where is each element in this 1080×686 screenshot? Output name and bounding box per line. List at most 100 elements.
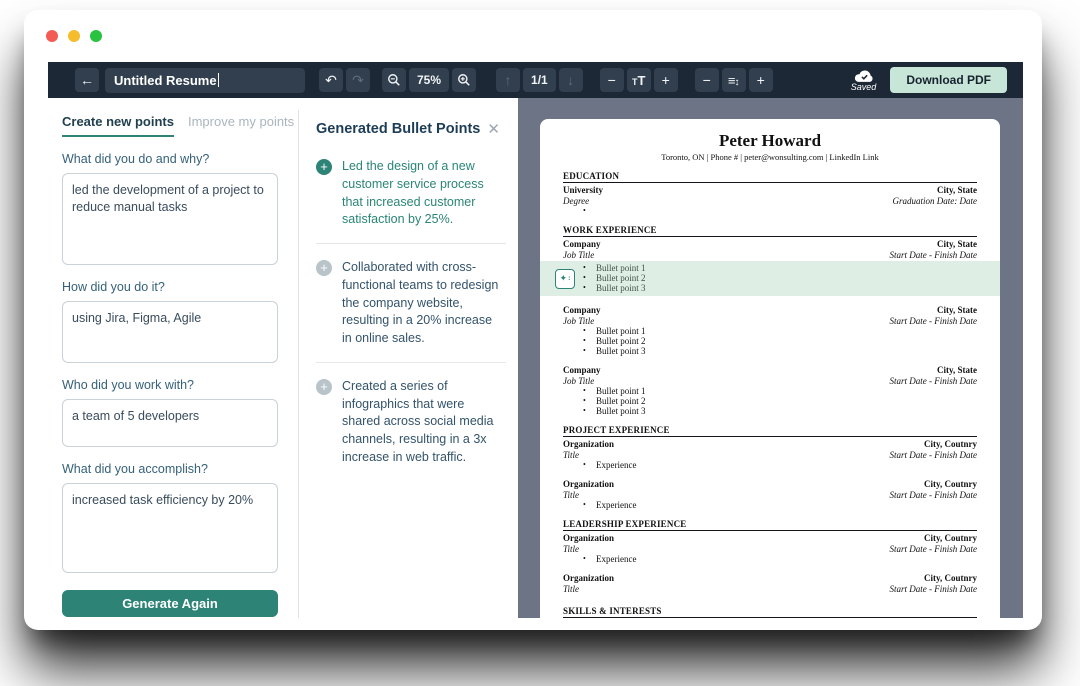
minimize-window-icon[interactable] <box>68 30 80 42</box>
title-input[interactable]: Untitled Resume <box>105 68 305 93</box>
magnifier-minus-icon <box>387 73 401 87</box>
resume-page: Peter Howard Toronto, ON | Phone # | pet… <box>540 119 1000 618</box>
tab-improve-my-points[interactable]: Improve my points <box>188 114 294 137</box>
add-bullet-button[interactable]: + <box>316 159 332 175</box>
role-title: Title <box>563 544 579 555</box>
font-size-decrease-button[interactable]: − <box>600 68 624 92</box>
next-page-button[interactable]: ↓ <box>559 68 583 92</box>
dates: Start Date - Finish Date <box>890 250 978 261</box>
redo-icon: ↷ <box>352 72 364 89</box>
org-location: City, Coutnry <box>924 479 977 490</box>
org-name: Company <box>563 239 601 250</box>
org-name: Organization <box>563 439 614 450</box>
section-header-leadership: LEADERSHIP EXPERIENCE <box>563 519 977 531</box>
page-indicator: 1/1 <box>523 68 556 92</box>
plus-icon: + <box>757 72 765 88</box>
org-name: Company <box>563 365 601 376</box>
redo-button[interactable]: ↷ <box>346 68 370 92</box>
dates: Start Date - Finish Date <box>890 450 978 461</box>
work-entry: CompanyCity, State Job TitleStart Date -… <box>563 305 977 356</box>
zoom-in-button[interactable] <box>452 68 476 92</box>
bullet-suggestion-text: Created a series of infographics that we… <box>342 378 504 467</box>
undo-button[interactable]: ↶ <box>319 68 343 92</box>
screen: ← Untitled Resume ↶ ↷ 75% ↑ 1/1 ↓ − TT +… <box>0 0 1080 686</box>
font-size-increase-button[interactable]: + <box>654 68 678 92</box>
resume-name: Peter Howard <box>563 131 977 151</box>
line-spacing-increase-button[interactable]: + <box>749 68 773 92</box>
job-title: Job Title <box>563 250 594 261</box>
download-pdf-button[interactable]: Download PDF <box>890 67 1007 93</box>
project-entry: OrganizationCity, Coutnry TitleStart Dat… <box>563 479 977 510</box>
prev-page-button[interactable]: ↑ <box>496 68 520 92</box>
window-controls <box>46 30 102 42</box>
what-did-you-accomplish-input[interactable] <box>62 483 278 573</box>
font-size-icon: TT <box>632 72 645 88</box>
saved-label: Saved <box>851 82 877 92</box>
title-text: Untitled Resume <box>114 73 217 88</box>
undo-icon: ↶ <box>325 72 337 89</box>
leadership-entry: OrganizationCity, Coutnry TitleStart Dat… <box>563 573 977 594</box>
bullet-suggestion-text: Collaborated with cross-functional teams… <box>342 259 504 348</box>
bullet-suggestion: + Created a series of infographics that … <box>300 363 518 481</box>
close-icon[interactable]: ✕ <box>487 120 500 138</box>
line-spacing-icon: ≡↕ <box>728 72 740 88</box>
bullet-item: Experience <box>563 460 977 470</box>
bullet-link[interactable]: Bullet point 1 <box>596 263 646 273</box>
org-location: City, Coutnry <box>924 533 977 544</box>
generate-again-button[interactable]: Generate Again <box>62 590 278 617</box>
bullet-item: Bullet point 3 <box>563 406 977 416</box>
org-name: Organization <box>563 479 614 490</box>
dates: Start Date - Finish Date <box>890 316 978 327</box>
font-size-button[interactable]: TT <box>627 68 651 92</box>
education-entry: UniversityCity, State DegreeGraduation D… <box>563 185 977 216</box>
org-name: University <box>563 185 603 196</box>
bullet-link[interactable]: Bullet point 2 <box>596 273 646 283</box>
how-did-you-do-it-input[interactable] <box>62 301 278 363</box>
magnifier-plus-icon <box>457 73 471 87</box>
dates: Graduation Date: Date <box>893 196 978 207</box>
highlighted-bullets: ✦: Bullet point 1 Bullet point 2 Bullet … <box>540 261 1000 296</box>
org-location: City, State <box>937 305 977 316</box>
leadership-entry: OrganizationCity, Coutnry TitleStart Dat… <box>563 533 977 564</box>
bullet-item: Bullet point 1 <box>563 326 977 336</box>
zoom-window-icon[interactable] <box>90 30 102 42</box>
tab-create-new-points[interactable]: Create new points <box>62 114 174 137</box>
back-button[interactable]: ← <box>75 68 99 92</box>
toolbar: ← Untitled Resume ↶ ↷ 75% ↑ 1/1 ↓ − TT +… <box>48 62 1023 98</box>
arrow-up-icon: ↑ <box>505 72 512 88</box>
question-label-who-did-you-work-with: Who did you work with? <box>62 378 298 392</box>
org-location: City, Coutnry <box>924 573 977 584</box>
dates: Start Date - Finish Date <box>890 376 978 387</box>
dates: Start Date - Finish Date <box>890 584 978 595</box>
role-title: Title <box>563 584 579 595</box>
what-did-you-do-input[interactable] <box>62 173 278 265</box>
who-did-you-work-with-input[interactable] <box>62 399 278 447</box>
question-label-what-did-you-accomplish: What did you accomplish? <box>62 462 298 476</box>
pdf-viewer[interactable]: Peter Howard Toronto, ON | Phone # | pet… <box>518 98 1023 618</box>
bullet-suggestion-text: Led the design of a new customer service… <box>342 158 504 229</box>
section-header-work: WORK EXPERIENCE <box>563 225 977 237</box>
question-label-how-did-you-do-it: How did you do it? <box>62 280 298 294</box>
app-window: ← Untitled Resume ↶ ↷ 75% ↑ 1/1 ↓ − TT +… <box>24 10 1042 630</box>
add-bullet-button[interactable]: + <box>316 260 332 276</box>
bullet-link[interactable]: Bullet point 3 <box>596 283 646 293</box>
close-window-icon[interactable] <box>46 30 58 42</box>
work-entry: CompanyCity, State Job TitleStart Date -… <box>563 365 977 416</box>
job-title: Job Title <box>563 316 594 327</box>
add-bullet-button[interactable]: + <box>316 379 332 395</box>
section-header-skills: SKILLS & INTERESTS <box>563 606 977 618</box>
bullet-suggestion: + Collaborated with cross-functional tea… <box>300 244 518 362</box>
project-title: Title <box>563 450 579 461</box>
zoom-level[interactable]: 75% <box>409 68 449 92</box>
plus-icon: + <box>662 72 670 88</box>
line-spacing-button[interactable]: ≡↕ <box>722 68 746 92</box>
project-title: Title <box>563 490 579 501</box>
tab-bar: Create new points Improve my points <box>62 114 298 137</box>
zoom-out-button[interactable] <box>382 68 406 92</box>
minus-icon: − <box>608 72 616 88</box>
generated-bullets-panel: Generated Bullet Points ✕ + Led the desi… <box>300 98 518 618</box>
line-spacing-decrease-button[interactable]: − <box>695 68 719 92</box>
save-status: Saved <box>851 68 877 92</box>
work-entry: CompanyCity, State Job TitleStart Date -… <box>563 239 977 296</box>
back-arrow-icon: ← <box>80 72 94 88</box>
